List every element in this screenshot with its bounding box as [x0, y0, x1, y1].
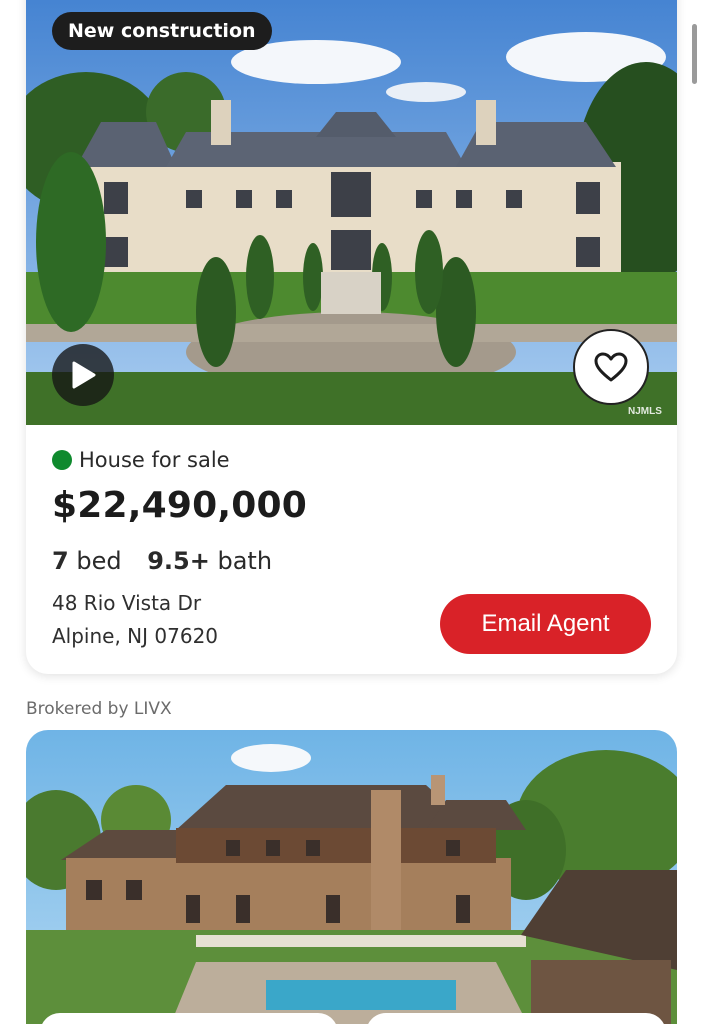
overlay-control-left[interactable] [40, 1013, 338, 1024]
new-construction-badge: New construction [52, 12, 272, 50]
address-city: Alpine, NJ 07620 [52, 624, 219, 648]
scrollbar[interactable] [692, 24, 697, 84]
save-favorite-button[interactable] [573, 329, 649, 405]
play-video-button[interactable] [52, 344, 114, 406]
email-agent-button[interactable]: Email Agent [440, 594, 651, 654]
mls-watermark: NJMLS [628, 406, 662, 417]
beds-baths: 7 bed 9.5+ bath [52, 547, 272, 575]
address-street: 48 Rio Vista Dr [52, 591, 202, 615]
overlay-control-right[interactable] [366, 1013, 666, 1024]
brokered-by-label: Brokered by LIVX [26, 699, 172, 719]
next-listing-card[interactable] [26, 730, 677, 1024]
heart-icon [594, 352, 628, 382]
baths-label: bath [217, 547, 273, 575]
listings-screen: New construction NJMLS House for sale $2… [0, 0, 703, 1024]
listing-card[interactable]: New construction NJMLS House for sale $2… [26, 0, 677, 674]
listing-status: House for sale [52, 448, 230, 472]
baths-value: 9.5+ [147, 547, 210, 575]
listing-price: $22,490,000 [52, 485, 307, 526]
play-icon [72, 361, 96, 389]
lodge-photo [26, 730, 677, 1024]
beds-value: 7 [52, 547, 69, 575]
status-label: House for sale [79, 448, 230, 472]
beds-label: bed [76, 547, 122, 575]
status-dot-icon [52, 450, 72, 470]
listing-photo[interactable]: New construction NJMLS [26, 0, 677, 425]
